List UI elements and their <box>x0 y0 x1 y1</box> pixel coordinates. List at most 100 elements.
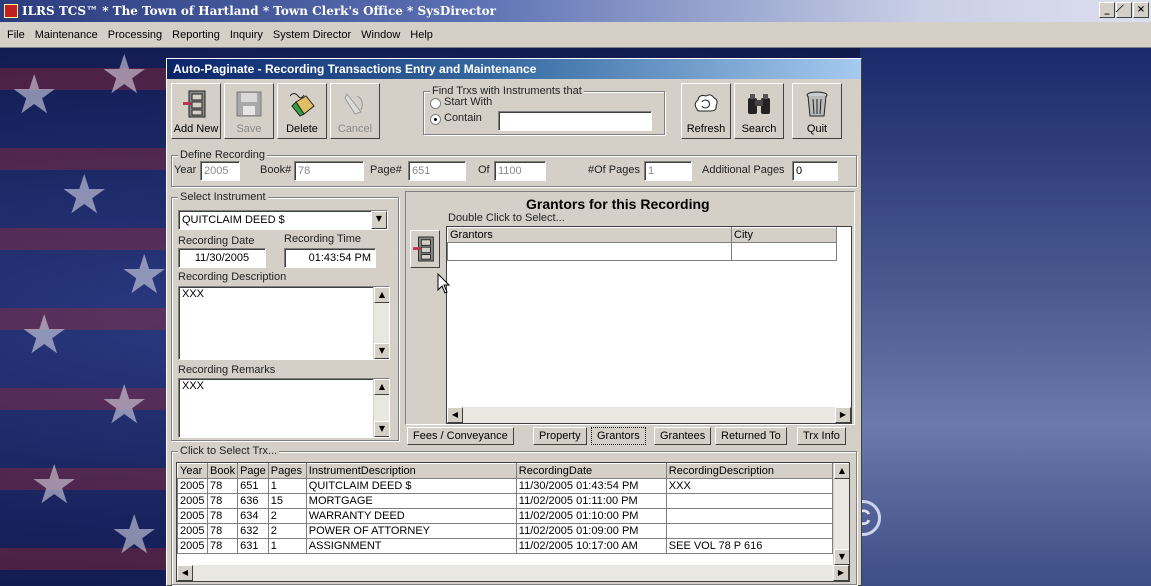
book-field[interactable]: 78 <box>294 161 364 181</box>
scroll-right-icon[interactable]: ▶ <box>833 565 849 581</box>
of-field[interactable]: 1100 <box>494 161 546 181</box>
tab-returned-to[interactable]: Returned To <box>715 427 787 445</box>
city-column-header[interactable]: City <box>731 227 837 243</box>
city-cell[interactable] <box>731 242 837 261</box>
transactions-table: Year Book Page Pages InstrumentDescripti… <box>177 463 834 554</box>
col-year[interactable]: Year <box>177 463 208 479</box>
menu-reporting[interactable]: Reporting <box>167 29 225 41</box>
cell-book: 78 <box>206 478 239 494</box>
find-text-input[interactable] <box>498 111 652 131</box>
table-row[interactable]: 2005 78 651 1 QUITCLAIM DEED $ 11/30/200… <box>177 478 834 494</box>
search-button[interactable]: Search <box>734 83 784 139</box>
refresh-button[interactable]: Refresh <box>681 83 731 139</box>
menu-maintenance[interactable]: Maintenance <box>30 29 103 41</box>
add-grantor-button[interactable] <box>410 230 440 268</box>
scroll-right-icon[interactable]: ▶ <box>835 407 851 423</box>
cell-page: 634 <box>237 508 269 524</box>
delete-label: Delete <box>286 123 318 135</box>
recording-description-label: Recording Description <box>178 271 287 283</box>
minimize-button[interactable]: _ <box>1099 2 1115 18</box>
define-recording-label: Define Recording <box>178 149 267 161</box>
eraser-icon <box>288 90 316 118</box>
menu-window[interactable]: Window <box>356 29 405 41</box>
tab-grantors[interactable]: Grantors <box>591 427 646 445</box>
restore-button[interactable]: ̸ <box>1116 2 1132 18</box>
grantors-column-header[interactable]: Grantors <box>447 227 732 243</box>
chevron-down-icon[interactable]: ▼ <box>371 211 387 229</box>
transactions-group-label: Click to Select Trx... <box>178 445 280 457</box>
menu-processing[interactable]: Processing <box>103 29 167 41</box>
recording-dialog: Auto-Paginate - Recording Transactions E… <box>166 58 862 586</box>
additional-pages-label: Additional Pages <box>702 164 785 176</box>
instrument-select[interactable]: QUITCLAIM DEED $ ▼ <box>178 210 388 230</box>
page-label: Page# <box>370 164 402 176</box>
cell-pages: 2 <box>267 508 307 524</box>
add-new-button[interactable]: Add New <box>171 83 221 139</box>
page-field[interactable]: 651 <box>408 161 466 181</box>
table-row[interactable]: 2005 78 631 1 ASSIGNMENT 11/02/2005 10:1… <box>177 538 834 554</box>
transactions-grid[interactable]: Year Book Page Pages InstrumentDescripti… <box>176 462 850 582</box>
cell-recording-description: XXX <box>665 478 834 494</box>
recording-time-field[interactable]: 01:43:54 PM <box>284 248 376 268</box>
tab-grantees[interactable]: Grantees <box>654 427 712 445</box>
col-recording-description[interactable]: RecordingDescription <box>665 463 834 479</box>
cell-instrument: MORTGAGE <box>305 493 517 509</box>
scroll-down-icon[interactable]: ▼ <box>834 549 849 565</box>
desktop-right-panel <box>860 48 1151 586</box>
year-label: Year <box>174 164 197 176</box>
col-page[interactable]: Page <box>237 463 269 479</box>
table-row[interactable]: 2005 78 632 2 POWER OF ATTORNEY 11/02/20… <box>177 523 834 539</box>
cell-pages: 2 <box>267 523 307 539</box>
col-instrument-description[interactable]: InstrumentDescription <box>305 463 517 479</box>
quit-button[interactable]: Quit <box>792 83 842 139</box>
menu-inquiry[interactable]: Inquiry <box>225 29 268 41</box>
year-field[interactable]: 2005 <box>200 161 240 181</box>
menu-file[interactable]: File <box>2 29 30 41</box>
num-pages-field[interactable]: 1 <box>644 161 692 181</box>
col-recording-date[interactable]: RecordingDate <box>515 463 667 479</box>
scroll-down-icon[interactable]: ▼ <box>374 421 389 437</box>
additional-pages-field[interactable]: 0 <box>792 161 838 181</box>
scroll-left-icon[interactable]: ◀ <box>177 565 193 581</box>
scroll-up-icon[interactable]: ▲ <box>374 379 389 395</box>
recording-remarks-text: XXX <box>182 380 205 392</box>
recording-description-text: XXX <box>182 288 205 300</box>
description-scrollbar[interactable]: ▲ ▼ <box>373 287 389 359</box>
start-with-label: Start With <box>444 96 493 108</box>
contain-radio[interactable] <box>430 114 441 125</box>
tab-fees-conveyance[interactable]: Fees / Conveyance <box>407 427 514 445</box>
cell-recording-date: 11/02/2005 01:09:00 PM <box>515 523 667 539</box>
save-button[interactable]: Save <box>224 83 274 139</box>
tab-property[interactable]: Property <box>533 427 587 445</box>
transactions-v-scrollbar[interactable]: ▲ ▼ <box>833 463 849 565</box>
scroll-up-icon[interactable]: ▲ <box>834 463 849 479</box>
delete-button[interactable]: Delete <box>277 83 327 139</box>
menu-system-director[interactable]: System Director <box>268 29 356 41</box>
scroll-down-icon[interactable]: ▼ <box>374 343 389 359</box>
grantors-grid[interactable]: Grantors City ◀ ▶ <box>446 226 852 424</box>
start-with-radio[interactable] <box>430 98 441 109</box>
tab-trx-info[interactable]: Trx Info <box>797 427 846 445</box>
cell-recording-description: SEE VOL 78 P 616 <box>665 538 834 554</box>
scroll-up-icon[interactable]: ▲ <box>374 287 389 303</box>
search-label: Search <box>741 123 777 135</box>
scroll-left-icon[interactable]: ◀ <box>447 407 463 423</box>
transactions-h-scrollbar[interactable]: ◀ ▶ <box>177 565 849 581</box>
grantor-cell[interactable] <box>447 242 732 261</box>
cell-recording-date: 11/02/2005 01:11:00 PM <box>515 493 667 509</box>
recording-remarks-textarea[interactable]: XXX ▲ ▼ <box>178 378 390 438</box>
table-row[interactable]: 2005 78 636 15 MORTGAGE 11/02/2005 01:11… <box>177 493 834 509</box>
col-book[interactable]: Book <box>206 463 239 479</box>
remarks-scrollbar[interactable]: ▲ ▼ <box>373 379 389 437</box>
menu-help[interactable]: Help <box>405 29 438 41</box>
close-button[interactable]: × <box>1133 2 1149 18</box>
recording-date-field[interactable]: 11/30/2005 <box>178 248 266 268</box>
recording-description-textarea[interactable]: XXX ▲ ▼ <box>178 286 390 360</box>
cabinet-add-icon <box>182 90 210 118</box>
floppy-disk-icon <box>235 90 263 118</box>
table-row[interactable]: 2005 78 634 2 WARRANTY DEED 11/02/2005 0… <box>177 508 834 524</box>
col-pages[interactable]: Pages <box>267 463 307 479</box>
recording-remarks-label: Recording Remarks <box>178 364 276 376</box>
grantors-h-scrollbar[interactable]: ◀ ▶ <box>447 407 851 423</box>
cancel-button[interactable]: Cancel <box>330 83 380 139</box>
